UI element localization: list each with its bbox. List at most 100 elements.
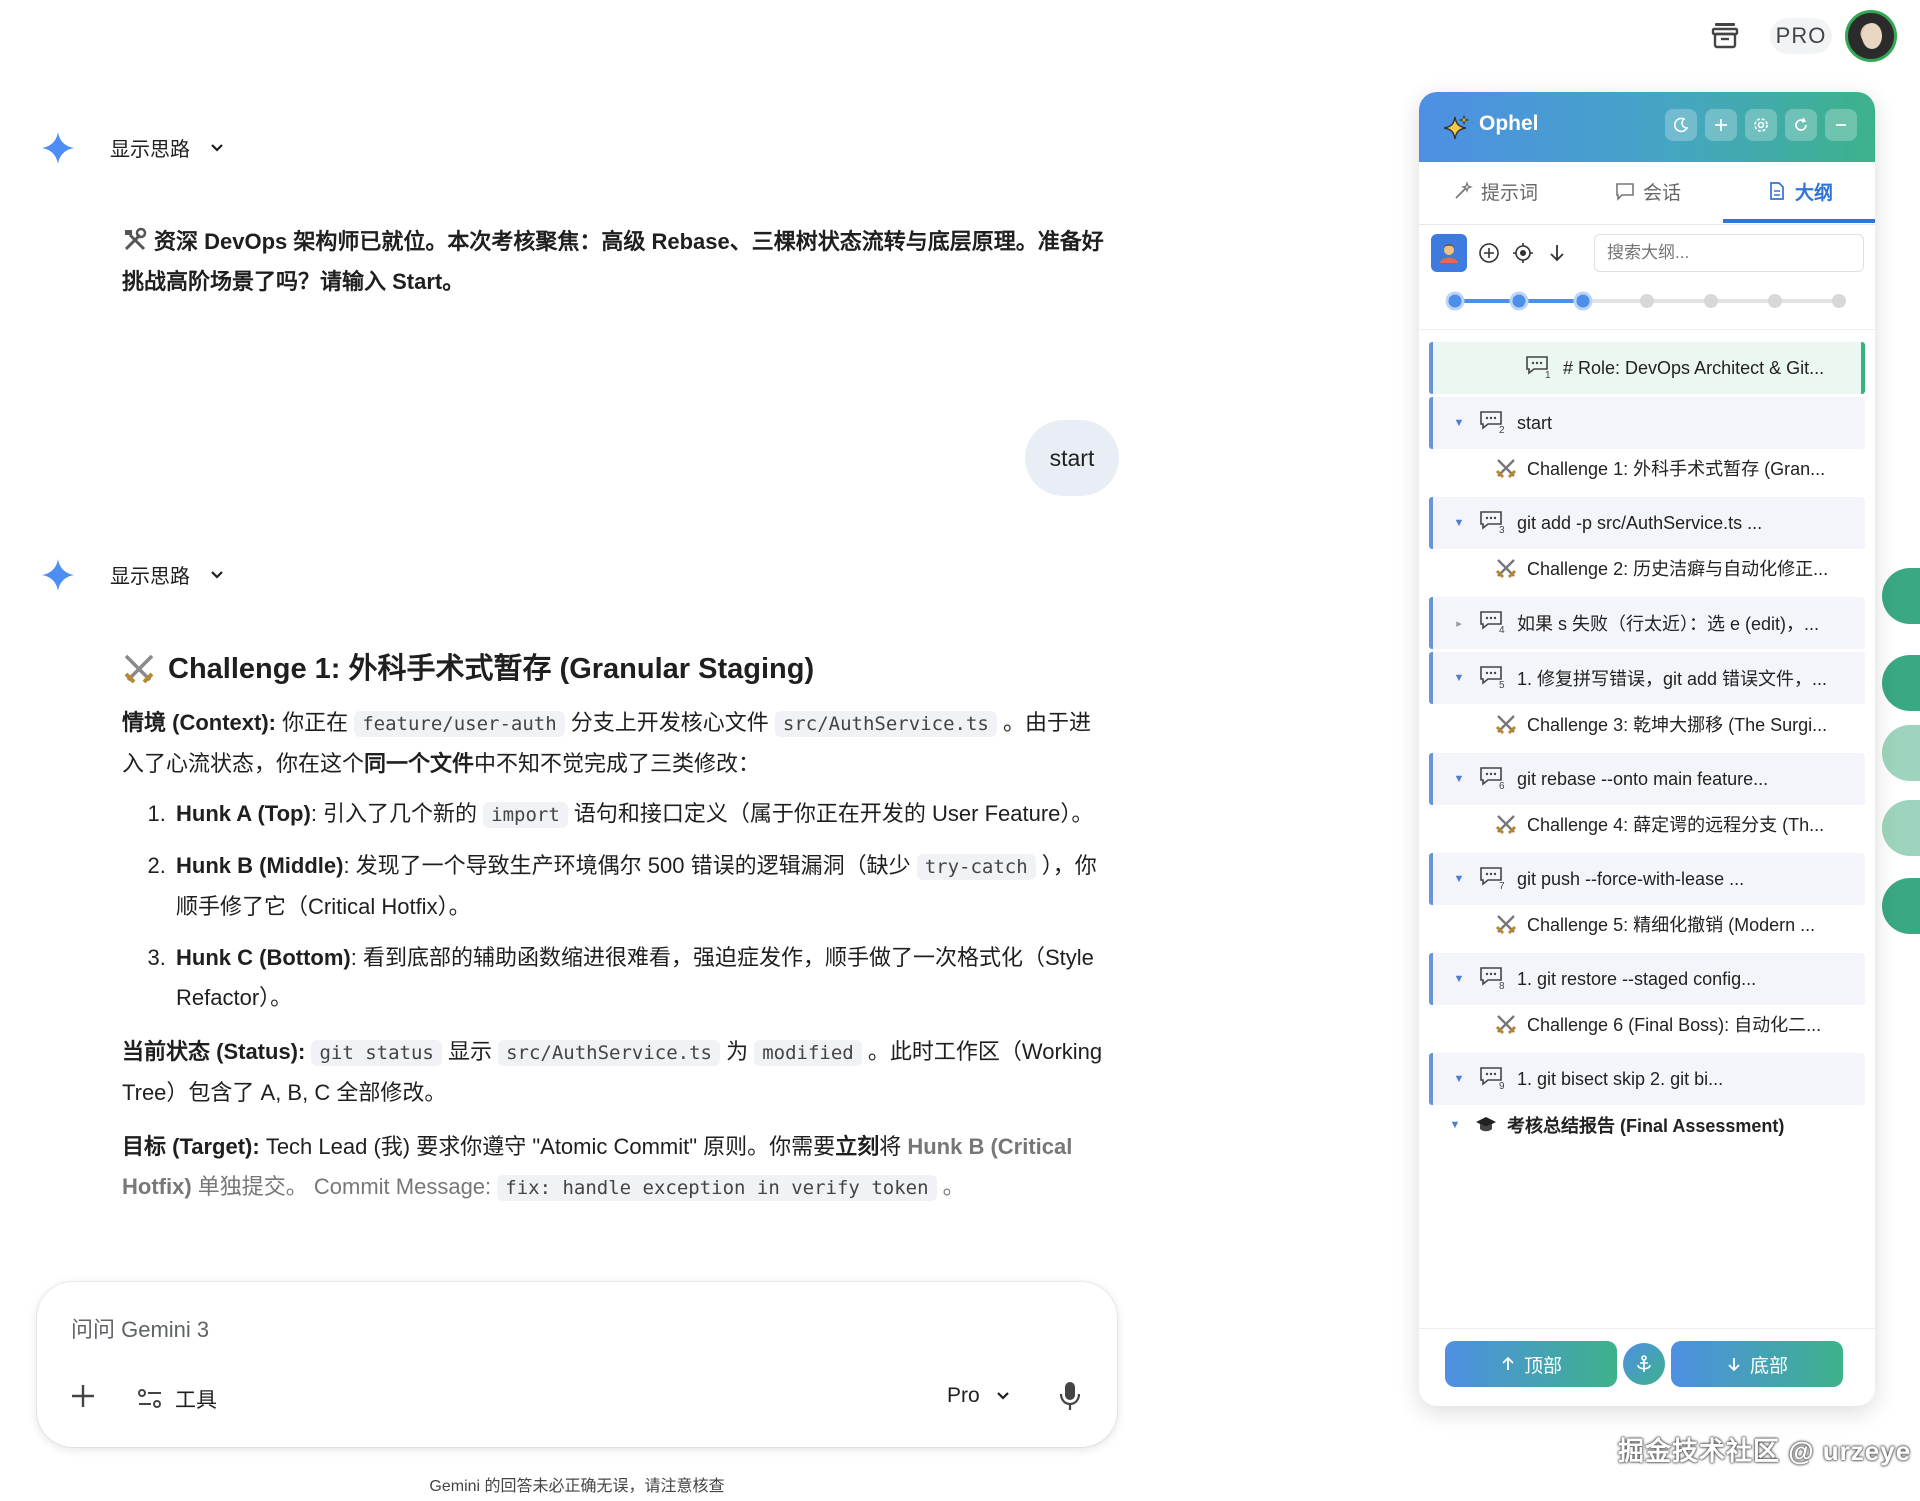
outline-heading-item[interactable]: Challenge 3: 乾坤大挪移 (The Surgi...: [1429, 698, 1865, 750]
prompt-input-box[interactable]: 问问 Gemini 3 工具 Pro: [37, 1282, 1117, 1447]
tab-active-indicator: [1723, 219, 1875, 223]
add-icon[interactable]: [69, 1382, 97, 1410]
caret-down-icon[interactable]: ▼: [1453, 417, 1465, 429]
level-dot-6[interactable]: [1768, 294, 1782, 308]
show-thinking-label: 显示思路: [110, 139, 190, 161]
outline-item-label: Challenge 2: 历史洁癖与自动化修正...: [1527, 559, 1829, 579]
caret-down-icon[interactable]: ▼: [1453, 517, 1465, 529]
tab-conversations[interactable]: 会话: [1615, 162, 1681, 220]
document-icon: [1770, 182, 1784, 200]
query-index: 5: [1499, 680, 1505, 691]
show-thinking-toggle[interactable]: 显示思路: [110, 560, 224, 589]
outline-heading-item[interactable]: Challenge 5: 精细化撤销 (Modern ...: [1429, 898, 1865, 950]
prompt-input[interactable]: 问问 Gemini 3: [71, 1312, 209, 1344]
level-dot-5[interactable]: [1704, 294, 1718, 308]
show-thinking-toggle[interactable]: 显示思路: [110, 133, 224, 162]
anchor-button[interactable]: [1623, 1343, 1665, 1385]
tools-button[interactable]: 工具: [137, 1384, 217, 1414]
chat-bubble-icon: 3: [1479, 509, 1507, 537]
level-dot-7[interactable]: [1832, 294, 1846, 308]
outline-item-label: Challenge 1: 外科手术式暂存 (Gran...: [1527, 459, 1826, 479]
side-float-button[interactable]: [1882, 878, 1920, 934]
caret-right-icon[interactable]: ▸: [1453, 617, 1465, 630]
user-message-bubble: start: [1025, 420, 1119, 496]
list-item: Hunk C (Bottom): 看到底部的辅助函数缩进很难看，强迫症发作，顺手…: [172, 938, 1112, 1018]
avatar[interactable]: [1845, 10, 1897, 62]
chat-bubble-icon: 5: [1479, 664, 1507, 692]
gemini-spark-icon: [42, 132, 74, 164]
scroll-down-button[interactable]: [1539, 234, 1575, 272]
chat-bubble-icon: 6: [1479, 765, 1507, 793]
outline-final-item[interactable]: ▼ 考核总结报告 (Final Assessment): [1429, 1099, 1865, 1151]
panel-header: Ophel: [1419, 92, 1875, 162]
outline-query-item[interactable]: 1 # Role: DevOps Architect & Git...: [1429, 342, 1865, 394]
sparkles-icon: [1443, 114, 1469, 140]
level-dot-2[interactable]: [1509, 291, 1529, 311]
outline-item-label: Challenge 5: 精细化撤销 (Modern ...: [1527, 915, 1816, 935]
outline-item-label: git push --force-with-lease ...: [1517, 868, 1745, 889]
caret-down-icon[interactable]: ▼: [1453, 873, 1465, 885]
query-index: 4: [1499, 625, 1505, 636]
side-float-button[interactable]: [1882, 725, 1920, 781]
graduation-cap-icon: [1476, 1117, 1496, 1132]
archive-icon[interactable]: [1710, 20, 1740, 50]
intro-text: 资深 DevOps 架构师已就位。本次考核聚焦：高级 Rebase、三棵树状态流…: [122, 229, 1104, 294]
refresh-button[interactable]: [1785, 109, 1817, 141]
gear-icon: [1754, 118, 1768, 132]
outline-search-input[interactable]: [1594, 234, 1864, 272]
caret-down-icon[interactable]: ▼: [1453, 1073, 1465, 1085]
outline-heading-item[interactable]: Challenge 6 (Final Boss): 自动化二...: [1429, 998, 1865, 1050]
hunk-list: Hunk A (Top): 引入了几个新的 import 语句和接口定义（属于你…: [122, 794, 1112, 1018]
locate-icon: [1513, 243, 1533, 263]
outline-toolbar: [1431, 234, 1864, 274]
list-item: Hunk B (Middle): 发现了一个导致生产环境偶尔 500 错误的逻辑…: [172, 846, 1112, 927]
moon-icon: [1674, 117, 1689, 133]
locate-button[interactable]: [1505, 234, 1541, 272]
scroll-bottom-button[interactable]: 底部: [1671, 1341, 1843, 1387]
anchor-icon: [1637, 1355, 1651, 1372]
caret-down-icon[interactable]: ▼: [1453, 672, 1465, 684]
minimize-button[interactable]: [1825, 109, 1857, 141]
caret-down-icon[interactable]: ▼: [1453, 973, 1465, 985]
side-float-button[interactable]: [1882, 655, 1920, 711]
chevron-down-icon: [211, 570, 223, 579]
outline-item-label: 如果 s 失败（行太近）：选 e (edit)，...: [1517, 614, 1820, 634]
plus-circle-icon: [1479, 243, 1499, 263]
user-filter-button[interactable]: [1431, 234, 1467, 272]
wand-icon: [1455, 181, 1473, 199]
disclaimer: Gemini 的回答未必正确无误，请注意核查: [429, 1478, 725, 1495]
plus-icon: [1715, 119, 1727, 131]
side-float-button[interactable]: [1882, 800, 1920, 856]
level-dot-1[interactable]: [1445, 291, 1465, 311]
user-icon: [1440, 244, 1458, 263]
tools-label: 工具: [175, 1389, 217, 1412]
outline-item-label: 考核总结报告 (Final Assessment): [1507, 1116, 1785, 1136]
caret-down-icon[interactable]: ▼: [1453, 773, 1465, 785]
tab-outline[interactable]: 大纲: [1767, 162, 1833, 220]
new-button[interactable]: [1705, 109, 1737, 141]
outline-heading-item[interactable]: Challenge 1: 外科手术式暂存 (Gran...: [1429, 442, 1865, 494]
outline-query-item[interactable]: ▸ 4 如果 s 失败（行太近）：选 e (edit)，...: [1429, 597, 1865, 649]
scroll-top-button[interactable]: 顶部: [1445, 1341, 1617, 1387]
pro-badge[interactable]: PRO: [1770, 18, 1832, 54]
chat-bubble-icon: 7: [1479, 865, 1507, 893]
outline-heading-item[interactable]: Challenge 4: 薛定谔的远程分支 (Th...: [1429, 798, 1865, 850]
model-select[interactable]: Pro: [947, 1384, 1010, 1408]
panel-footer: 顶部 底部: [1419, 1328, 1875, 1406]
expand-all-button[interactable]: [1471, 234, 1507, 272]
level-slider[interactable]: [1445, 290, 1849, 312]
query-index: 9: [1499, 1081, 1505, 1092]
level-dot-3[interactable]: [1573, 291, 1593, 311]
context-paragraph: 情境 (Context): 你正在 feature/user-auth 分支上开…: [122, 710, 1091, 776]
level-track[interactable]: [1445, 290, 1849, 312]
microphone-icon[interactable]: [1057, 1380, 1083, 1412]
level-dot-4[interactable]: [1640, 294, 1654, 308]
tab-prompts[interactable]: 提示词: [1453, 162, 1538, 220]
theme-toggle-button[interactable]: [1665, 109, 1697, 141]
outline-query-item[interactable]: ▼ 9 1. git bisect skip 2. git bi...: [1429, 1053, 1865, 1105]
settings-button[interactable]: [1745, 109, 1777, 141]
outline-heading-item[interactable]: Challenge 2: 历史洁癖与自动化修正...: [1429, 542, 1865, 594]
caret-down-icon[interactable]: ▼: [1449, 1119, 1461, 1131]
outline-query-item[interactable]: ▼ 5 1. 修复拼写错误，git add 错误文件，...: [1429, 652, 1865, 704]
side-float-button[interactable]: [1882, 568, 1920, 624]
